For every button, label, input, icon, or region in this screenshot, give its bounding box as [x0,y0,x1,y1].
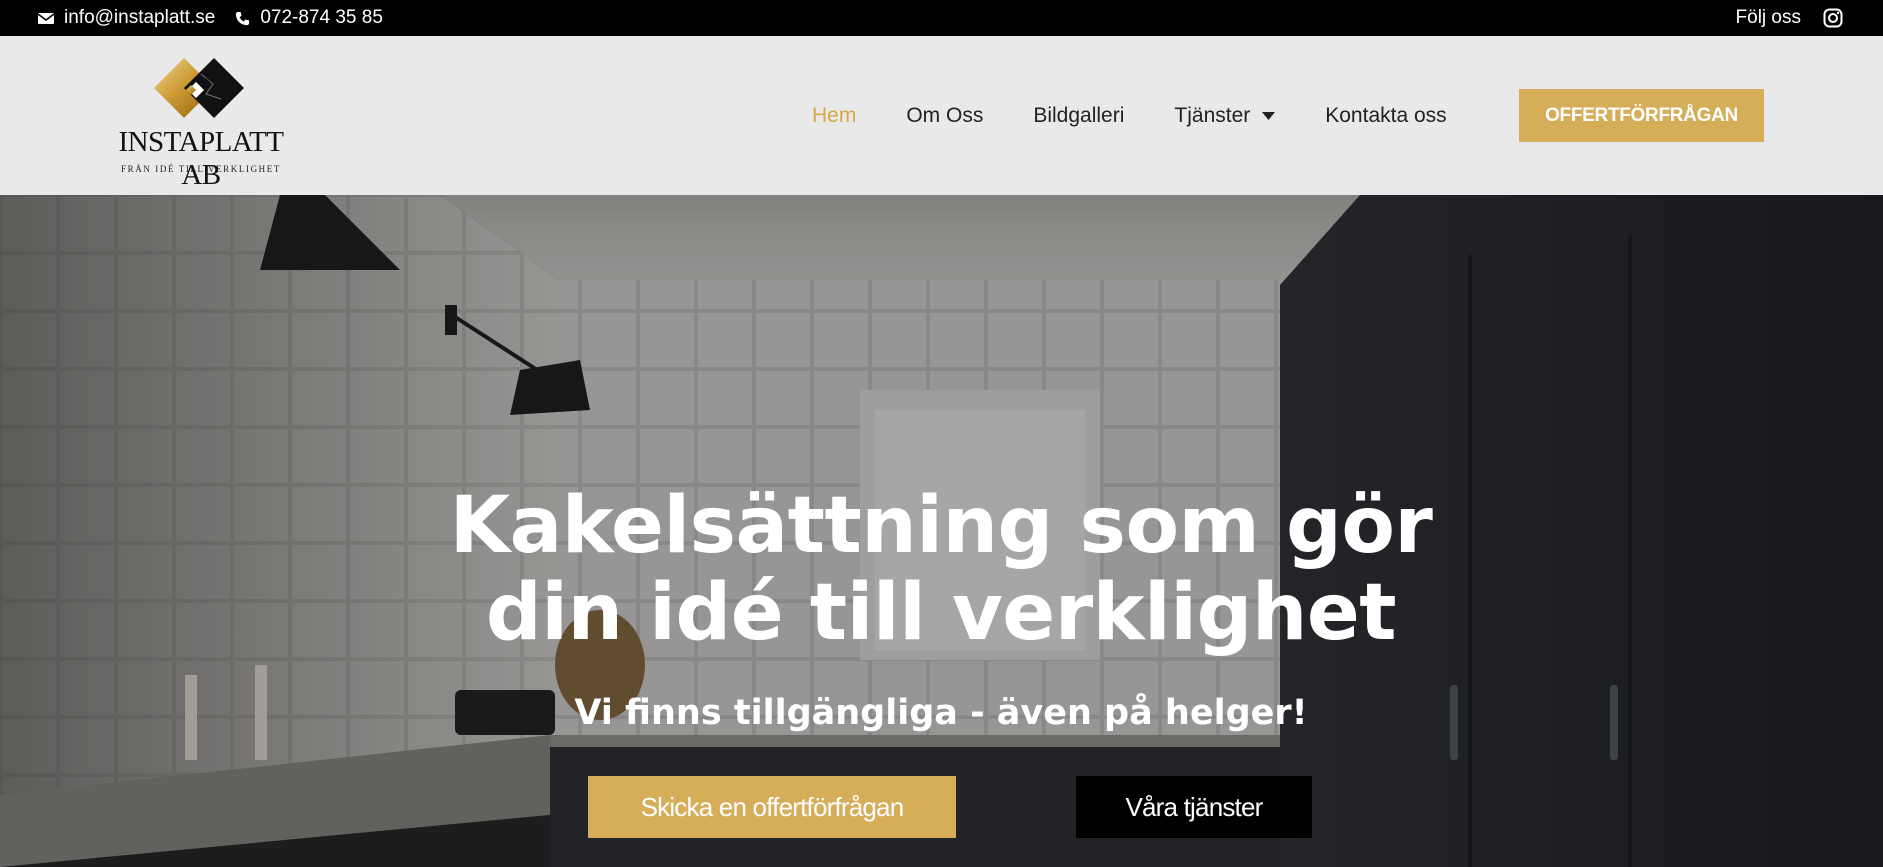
send-quote-button[interactable]: Skicka en offertförfrågan [588,776,956,838]
logo-tagline: FRÅN IDÉ TILL VERKLIGHET [121,164,281,174]
caret-down-icon [1262,111,1276,120]
our-services-button[interactable]: Våra tjänster [1076,776,1312,838]
nav-item-kontakta-oss[interactable]: Kontakta oss [1325,104,1446,128]
envelope-icon [38,12,54,24]
nav-label: Hem [812,103,857,127]
social-links: Följ oss [1736,0,1843,36]
nav-label: Tjänster [1174,103,1251,127]
hero-subtitle: Vi finns tillgängliga - även på helger! [574,693,1308,733]
logo-name: INSTAPLATT AB [118,126,284,191]
hero-title: Kakelsättning som gör din idé till verkl… [341,483,1541,657]
phone-icon [236,11,250,25]
instagram-icon[interactable] [1823,8,1843,28]
email-link[interactable]: info@instaplatt.se [38,7,215,29]
nav-item-om-oss[interactable]: Om Oss [906,104,983,128]
hero-section: Kakelsättning som gör din idé till verkl… [0,195,1883,867]
hero-title-line1: Kakelsättning som gör [449,481,1433,571]
nav-item-tjanster[interactable]: Tjänster [1174,103,1276,128]
nav-label: Kontakta oss [1325,103,1447,127]
phone-text: 072-874 35 85 [260,7,383,28]
email-text: info@instaplatt.se [64,7,216,28]
nav-label: Om Oss [906,103,984,127]
nav-item-hem[interactable]: Hem [812,104,856,128]
nav-label: Bildgalleri [1033,103,1125,127]
nav-item-bildgalleri[interactable]: Bildgalleri [1033,104,1124,128]
logo-mark-icon [154,58,244,118]
quote-request-button[interactable]: OFFERTFÖRFRÅGAN [1519,89,1764,142]
main-nav: Hem Om Oss Bildgalleri Tjänster Kontakta… [812,36,1497,195]
top-bar: info@instaplatt.se 072-874 35 85 Följ os… [0,0,1883,36]
site-header: INSTAPLATT AB FRÅN IDÉ TILL VERKLIGHET H… [0,36,1883,195]
phone-link[interactable]: 072-874 35 85 [235,7,383,29]
hero-title-line2: din idé till verklighet [485,568,1397,658]
contact-info: info@instaplatt.se 072-874 35 85 [38,0,403,36]
follow-label: Följ oss [1735,7,1801,28]
site-logo[interactable]: INSTAPLATT AB FRÅN IDÉ TILL VERKLIGHET [106,54,296,191]
